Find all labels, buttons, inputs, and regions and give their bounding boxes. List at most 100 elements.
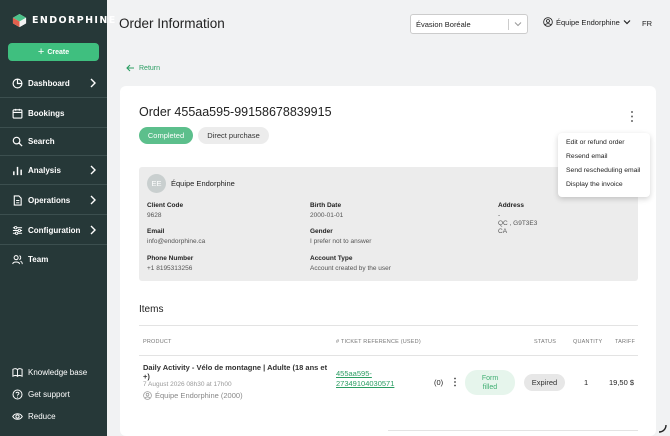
address-line-2: QC , G9T3E3	[498, 220, 538, 227]
birth-date-label: Birth Date	[310, 202, 342, 209]
sidebar-divider	[0, 97, 107, 98]
sidebar-item-label: Bookings	[28, 108, 65, 118]
team-icon	[12, 254, 23, 264]
sidebar-item-configuration[interactable]: Configuration	[0, 220, 107, 240]
items-section-title: Items	[139, 304, 164, 315]
avatar: EE	[147, 174, 166, 193]
organization-select[interactable]: Évasion Boréale	[410, 14, 528, 34]
divider	[139, 355, 638, 356]
help-icon	[12, 389, 23, 399]
ticket-used-count: (0)	[434, 378, 444, 387]
status-badge: Completed	[139, 127, 193, 144]
sidebar-item-dashboard[interactable]: Dashboard	[0, 73, 107, 93]
divider	[139, 325, 638, 326]
item-status-badge: Expired	[524, 374, 565, 391]
ticket-reference-line-2: 27349104030571	[336, 379, 395, 388]
ticket-reference-line-1: 455aa595-	[336, 369, 372, 378]
client-name: Équipe Endorphine	[171, 179, 235, 188]
sidebar-item-label: Configuration	[28, 225, 81, 235]
sidebar-item-operations[interactable]: Operations	[0, 190, 107, 210]
email-value: info@endorphine.ca	[147, 238, 206, 245]
chevron-right-icon	[90, 78, 96, 88]
address-line-3: CA	[498, 228, 508, 235]
user-icon	[543, 17, 553, 27]
column-header-ticket: # TICKET REFERENCE (USED)	[336, 339, 421, 345]
gender-label: Gender	[310, 228, 333, 235]
chevron-down-icon	[514, 22, 522, 27]
sidebar-divider	[0, 184, 107, 185]
sidebar-divider	[0, 244, 107, 245]
more-vertical-icon[interactable]	[629, 110, 635, 123]
client-code-label: Client Code	[147, 202, 184, 209]
column-header-quantity: QUANTITY	[573, 339, 603, 345]
phone-label: Phone Number	[147, 255, 194, 262]
dashboard-icon	[12, 78, 23, 88]
return-link[interactable]: Return	[126, 64, 160, 72]
organization-select-value: Évasion Boréale	[416, 19, 471, 29]
product-owner-name: Équipe Endorphine (2000)	[155, 391, 243, 400]
address-line-1: -	[498, 212, 501, 219]
sidebar-item-label: Team	[28, 254, 49, 264]
sidebar-item-knowledge-base[interactable]: Knowledge base	[0, 362, 107, 382]
sidebar-item-bookings[interactable]: Bookings	[0, 103, 107, 123]
email-label: Email	[147, 228, 165, 235]
menu-item-resend-email[interactable]: Resend email	[566, 153, 608, 160]
sidebar-item-search[interactable]: Search	[0, 131, 107, 151]
sidebar-item-label: Knowledge base	[28, 367, 88, 377]
menu-item-send-rescheduling[interactable]: Send rescheduling email	[566, 167, 640, 174]
arrow-left-icon	[126, 64, 134, 72]
page-title: Order Information	[119, 16, 225, 31]
create-button-label: Create	[47, 48, 70, 56]
form-filled-button[interactable]: Form filled	[465, 370, 515, 395]
sliders-icon	[12, 225, 23, 235]
sidebar-item-label: Search	[28, 136, 55, 146]
endorphine-logo-icon	[12, 13, 27, 28]
account-type-value: Account created by the user	[310, 265, 391, 272]
sidebar-item-label: Analysis	[28, 165, 61, 175]
sidebar-item-label: Get support	[28, 389, 70, 399]
ticket-reference-link[interactable]: 455aa595- 27349104030571	[336, 369, 394, 389]
sidebar-item-team[interactable]: Team	[0, 249, 107, 269]
sidebar: ENDORPHINE + Create Dashboard Bookings S…	[0, 0, 115, 436]
form-filled-line-1: Form	[481, 374, 499, 382]
book-icon	[12, 367, 23, 377]
birth-date-value: 2000-01-01	[310, 212, 344, 219]
menu-item-edit-refund[interactable]: Edit or refund order	[566, 139, 625, 146]
more-vertical-icon[interactable]	[453, 377, 457, 387]
plus-icon: +	[37, 45, 45, 58]
purchase-type-badge: Direct purchase	[198, 127, 269, 144]
item-tariff: 19,50 $	[609, 378, 635, 387]
menu-item-display-invoice[interactable]: Display the invoice	[566, 181, 623, 188]
item-quantity: 1	[584, 378, 589, 387]
sidebar-item-label: Dashboard	[28, 78, 70, 88]
sidebar-item-label: Reduce	[28, 411, 56, 421]
sidebar-item-analysis[interactable]: Analysis	[0, 160, 107, 180]
eye-icon	[12, 412, 23, 420]
calendar-icon	[12, 108, 23, 119]
user-menu[interactable]: Équipe Endorphine	[543, 17, 631, 27]
client-code-value: 9628	[147, 212, 162, 219]
chevron-right-icon	[90, 225, 96, 235]
sidebar-item-reduce[interactable]: Reduce	[0, 406, 107, 426]
sidebar-item-get-support[interactable]: Get support	[0, 384, 107, 404]
resize-handle-icon	[658, 424, 667, 433]
address-label: Address	[498, 202, 525, 209]
column-header-product: PRODUCT	[143, 339, 172, 345]
sidebar-item-label: Operations	[28, 195, 71, 205]
account-type-label: Account Type	[310, 255, 353, 262]
column-header-status: STATUS	[534, 339, 557, 345]
sidebar-divider	[0, 155, 107, 156]
chevron-down-icon	[623, 20, 631, 25]
sidebar-divider	[0, 127, 107, 128]
user-name: Équipe Endorphine	[556, 17, 620, 27]
gender-value: I prefer not to answer	[310, 238, 372, 245]
language-switch[interactable]: FR	[642, 19, 652, 28]
sidebar-divider	[0, 214, 107, 215]
phone-value: +1 8195313256	[147, 265, 193, 272]
create-button[interactable]: + Create	[8, 43, 99, 61]
chevron-right-icon	[90, 195, 96, 205]
order-title: Order 455aa595-99158678839915	[139, 105, 332, 119]
order-actions-menu: Edit or refund order Resend email Send r…	[558, 133, 650, 197]
brand-logo[interactable]: ENDORPHINE	[12, 13, 117, 28]
chevron-right-icon	[90, 165, 96, 175]
